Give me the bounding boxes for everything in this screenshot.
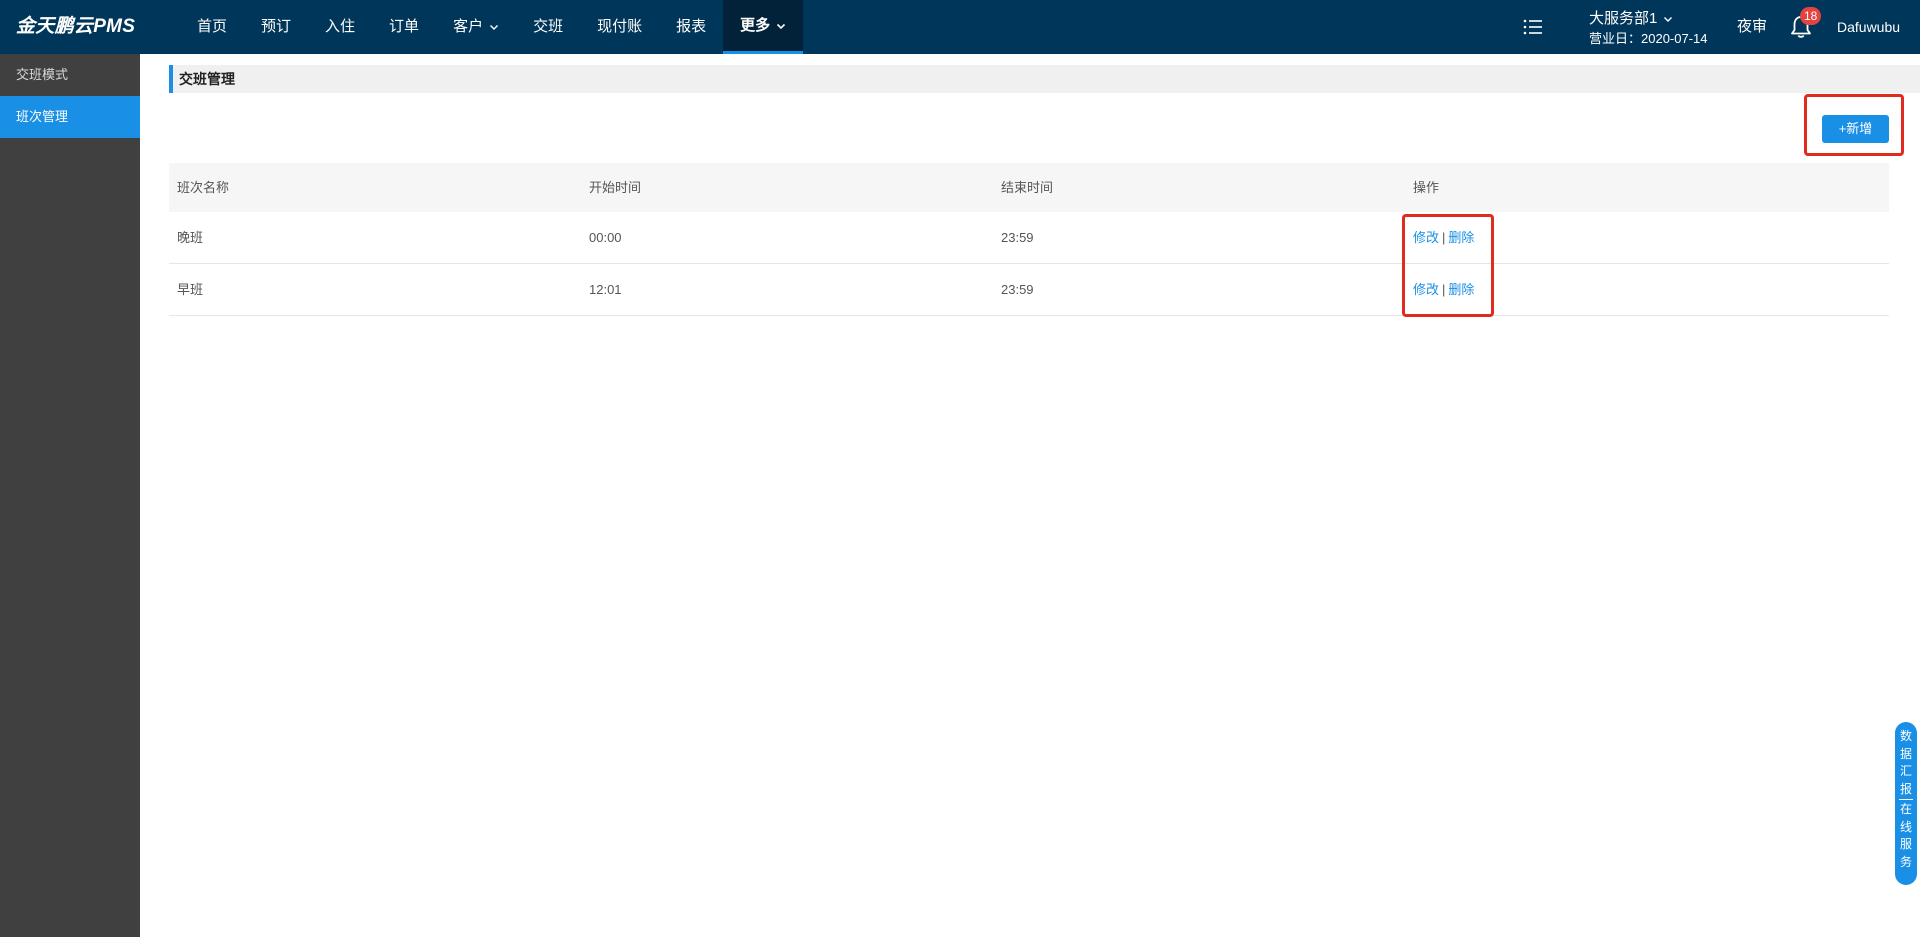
tab-divider [1899, 799, 1913, 800]
table-header: 班次名称 开始时间 结束时间 操作 [169, 163, 1889, 212]
column-header-end: 结束时间 [1001, 180, 1054, 195]
list-icon[interactable] [1523, 18, 1543, 36]
tab-char: 线 [1899, 819, 1912, 834]
nav-item-more[interactable]: 更多 [723, 0, 804, 54]
column-header-name: 班次名称 [177, 180, 230, 195]
sidebar-item-shift-management[interactable]: 班次管理 [0, 96, 140, 138]
user-menu[interactable]: Dafuwubu [1837, 0, 1900, 54]
tab-char: 据 [1899, 746, 1912, 761]
nav-item-reports[interactable]: 报表 [659, 0, 723, 54]
shift-table: 班次名称 开始时间 结束时间 操作 晚班 00:00 23:59 修改 | 删除 早… [169, 163, 1889, 316]
nav-item-cash-account[interactable]: 现付账 [580, 0, 659, 54]
delete-link[interactable]: 删除 [1448, 230, 1474, 245]
floating-side-tab: 数 据 汇 报 在 线 服 务 [1895, 722, 1917, 885]
chevron-down-icon [1664, 16, 1673, 22]
shift-start: 12:01 [589, 282, 622, 297]
column-header-actions: 操作 [1413, 180, 1440, 195]
sidebar: 交班模式 班次管理 [0, 54, 140, 937]
nav-label: 交班 [533, 18, 564, 35]
row-actions: 修改 | 删除 [1405, 212, 1889, 263]
nav-label: 现付账 [597, 18, 643, 35]
edit-link[interactable]: 修改 [1413, 230, 1439, 245]
nav-label: 报表 [676, 18, 707, 35]
nav-item-reservation[interactable]: 预订 [244, 0, 308, 54]
top-navbar: 金天鹏云PMS 首页 预订 入住 订单 客户 交班 现付账 报表 更多 大服务部… [0, 0, 1920, 54]
shift-end: 23:59 [1001, 230, 1034, 245]
column-header-start: 开始时间 [589, 180, 642, 195]
nav-label: 入住 [325, 18, 356, 35]
business-date: 营业日：2020-07-14 [1589, 31, 1708, 46]
department-selector[interactable]: 大服务部1 营业日：2020-07-14 [1589, 9, 1708, 48]
tab-char: 汇 [1899, 764, 1912, 778]
main-nav: 首页 预订 入住 订单 客户 交班 现付账 报表 更多 [180, 0, 804, 54]
notification-badge: 18 [1800, 7, 1822, 25]
nav-label: 订单 [389, 18, 420, 35]
chevron-down-icon [777, 23, 786, 29]
shift-end: 23:59 [1001, 282, 1034, 297]
department-name: 大服务部1 [1589, 10, 1658, 27]
action-separator: | [1442, 230, 1446, 245]
nav-label: 预订 [261, 18, 292, 35]
chevron-down-icon [490, 25, 499, 30]
table-row: 早班 12:01 23:59 修改 | 删除 [169, 264, 1889, 316]
tab-char: 数 [1899, 729, 1912, 743]
action-separator: | [1442, 282, 1446, 297]
tab-char: 服 [1899, 837, 1912, 851]
sidebar-item-shift-mode[interactable]: 交班模式 [0, 54, 140, 96]
night-audit-button[interactable]: 夜审 [1737, 0, 1767, 54]
tab-char: 务 [1899, 854, 1912, 869]
row-actions: 修改 | 删除 [1405, 264, 1889, 315]
edit-link[interactable]: 修改 [1413, 282, 1439, 297]
data-report-tab[interactable]: 数 据 汇 报 [1895, 722, 1917, 798]
nav-item-customers[interactable]: 客户 [436, 0, 516, 54]
add-button[interactable]: +新增 [1822, 115, 1889, 143]
nav-item-orders[interactable]: 订单 [372, 0, 436, 54]
tab-char: 报 [1899, 781, 1912, 796]
main-content: 交班管理 +新增 班次名称 开始时间 结束时间 操作 晚班 00:00 23:5… [140, 54, 1920, 937]
shift-name: 晚班 [177, 230, 204, 245]
page-title: 交班管理 [169, 65, 1920, 93]
nav-item-checkin[interactable]: 入住 [308, 0, 372, 54]
brand-logo[interactable]: 金天鹏云PMS [16, 0, 135, 54]
shift-name: 早班 [177, 282, 204, 297]
nav-item-home[interactable]: 首页 [180, 0, 244, 54]
online-service-tab[interactable]: 在 线 服 务 [1895, 801, 1917, 871]
nav-item-shift[interactable]: 交班 [516, 0, 580, 54]
tab-char: 在 [1899, 802, 1912, 816]
nav-label: 更多 [740, 16, 771, 34]
nav-label: 客户 [453, 18, 484, 35]
table-row: 晚班 00:00 23:59 修改 | 删除 [169, 212, 1889, 264]
shift-start: 00:00 [589, 230, 622, 245]
delete-link[interactable]: 删除 [1448, 282, 1474, 297]
nav-label: 首页 [197, 18, 228, 35]
